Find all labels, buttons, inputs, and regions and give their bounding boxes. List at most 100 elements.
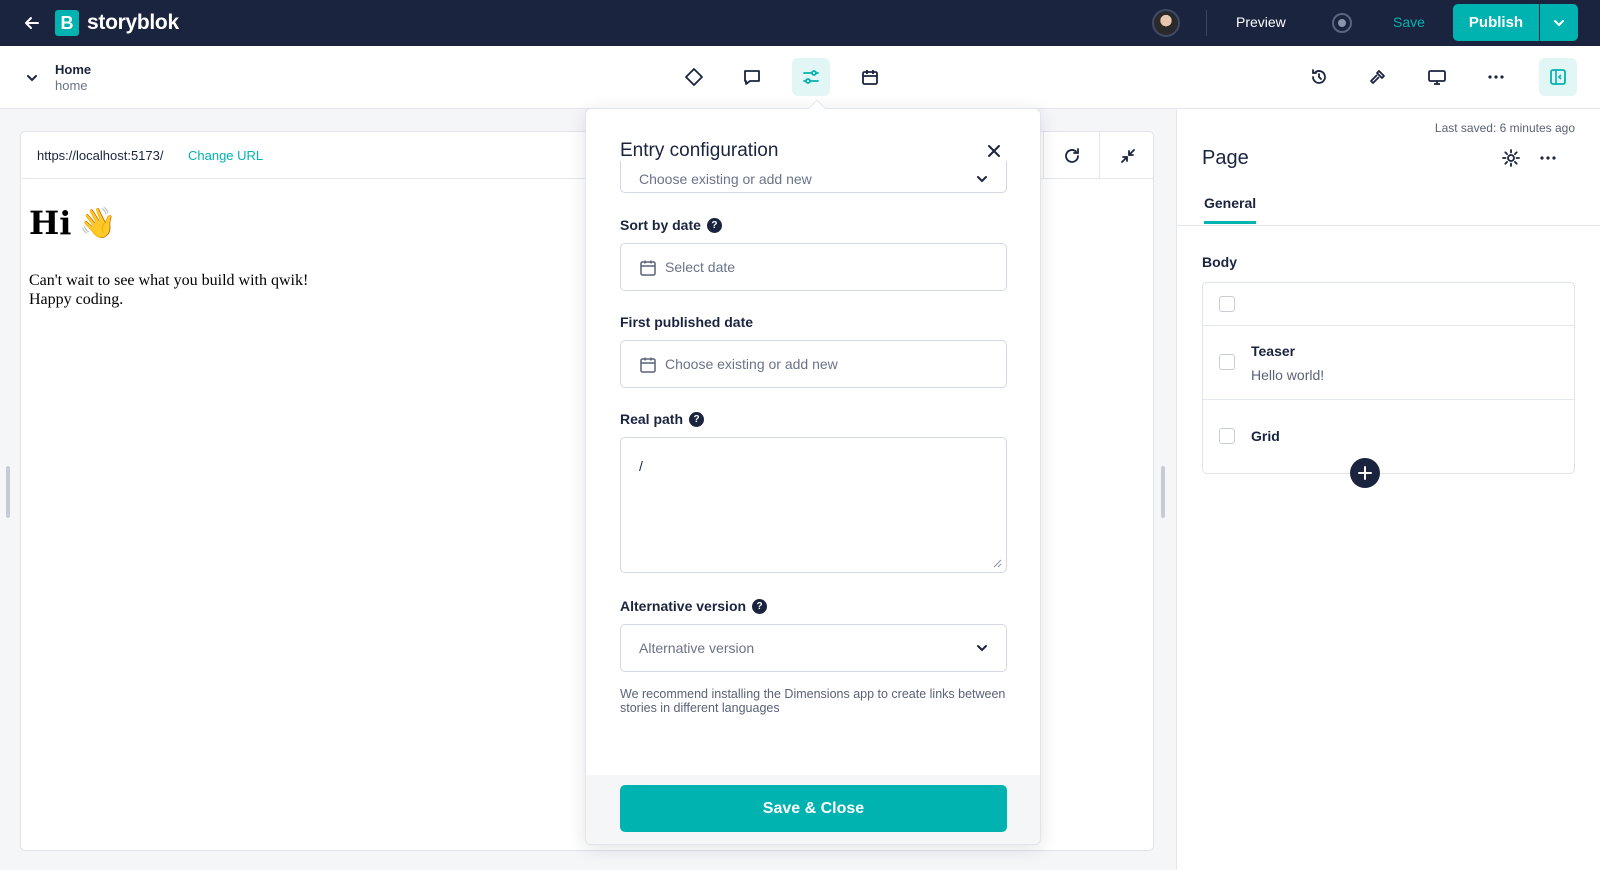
partial-select[interactable]: Choose existing or add new: [620, 161, 1007, 193]
storyblok-logo[interactable]: B storyblok: [55, 10, 179, 36]
preview-button[interactable]: Preview: [1236, 14, 1286, 30]
history-button[interactable]: [1300, 58, 1338, 96]
ellipsis-icon: [1488, 75, 1504, 79]
wave-emoji: 👋: [79, 205, 117, 241]
gear-icon[interactable]: [1500, 147, 1522, 169]
ellipsis-icon[interactable]: [1537, 147, 1559, 169]
select-value: Choose existing or add new: [639, 171, 812, 187]
tabs-divider: [1177, 225, 1600, 226]
label-text: Alternative version: [620, 598, 747, 614]
reload-icon: [1064, 147, 1079, 163]
calendar-icon: [862, 70, 878, 85]
label-text: Sort by date: [620, 217, 701, 233]
list-item[interactable]: Teaser Hello world!: [1203, 326, 1574, 400]
label-text: Real path: [620, 411, 684, 427]
monitor-icon: [1428, 70, 1446, 85]
dialog-title: Entry configuration: [620, 140, 779, 161]
logo-mark: B: [55, 10, 79, 36]
more-options-button[interactable]: [1477, 58, 1515, 96]
close-icon[interactable]: [984, 141, 1004, 161]
real-path-label: Real path ?: [620, 411, 705, 427]
story-title: Home: [55, 62, 92, 77]
list-item[interactable]: Grid: [1203, 400, 1574, 474]
help-icon[interactable]: ?: [752, 598, 768, 614]
user-avatar[interactable]: [1152, 9, 1180, 37]
preview-text-line: Happy coding.: [29, 291, 124, 308]
alt-version-label: Alternative version ?: [620, 598, 768, 614]
schedule-button[interactable]: [851, 58, 889, 96]
device-preview-button[interactable]: [1418, 58, 1456, 96]
input-placeholder: Select date: [665, 259, 736, 275]
block-name: Teaser: [1251, 343, 1296, 359]
block-checkbox[interactable]: [1219, 354, 1235, 370]
help-icon[interactable]: ?: [706, 217, 722, 233]
back-arrow-icon[interactable]: [20, 11, 44, 35]
add-block-button[interactable]: [1350, 458, 1380, 488]
content-sidebar: Last saved: 6 minutes ago Page General B…: [1176, 109, 1600, 870]
brand-name: storyblok: [87, 11, 179, 34]
sort-by-date-label: Sort by date ?: [620, 217, 722, 233]
heading-text: Hi: [29, 204, 72, 242]
diamond-icon: [685, 68, 703, 86]
dialog-footer: Save & Close: [586, 775, 1040, 844]
preview-text-line: Can't wait to see what you build with qw…: [29, 272, 309, 289]
preview-url: https://localhost:5173/: [37, 148, 164, 163]
tools-button[interactable]: [1359, 58, 1397, 96]
publish-button[interactable]: Publish: [1453, 4, 1539, 41]
record-icon[interactable]: [1332, 13, 1352, 33]
top-bar: B storyblok Preview Save Publish: [0, 0, 1600, 46]
sort-by-date-input[interactable]: Select date: [620, 243, 1007, 291]
label-text: First published date: [620, 314, 754, 330]
reload-button[interactable]: [1043, 132, 1099, 179]
chevron-down-icon: [1554, 19, 1564, 26]
publish-dropdown-button[interactable]: [1540, 4, 1578, 41]
history-icon: [1312, 69, 1326, 84]
first-published-label: First published date: [620, 314, 753, 330]
left-resize-handle[interactable]: [6, 466, 10, 518]
comment-icon: [744, 70, 760, 85]
sliders-icon: [803, 70, 819, 84]
collapse-icon: [1120, 148, 1135, 163]
plus-icon: [1358, 466, 1372, 480]
calendar-icon: [640, 260, 656, 276]
entry-config-button[interactable]: [792, 58, 830, 96]
body-blocks-list: Teaser Hello world! Grid: [1202, 282, 1575, 474]
textarea-value: /: [639, 458, 643, 474]
select-placeholder: Alternative version: [639, 640, 755, 656]
story-slug: home: [55, 78, 88, 93]
select-all-checkbox[interactable]: [1219, 296, 1235, 312]
sidebar-panel-icon: [1550, 69, 1566, 85]
block-checkbox[interactable]: [1219, 428, 1235, 444]
right-resize-handle[interactable]: [1161, 466, 1165, 518]
story-toolbar: Home home: [0, 46, 1600, 109]
real-path-textarea[interactable]: /: [620, 437, 1007, 573]
last-saved-status: Last saved: 6 minutes ago: [1434, 121, 1575, 135]
change-url-link[interactable]: Change URL: [188, 148, 263, 163]
list-item[interactable]: [1203, 283, 1574, 326]
entry-configuration-dialog: Entry configuration Choose existing or a…: [585, 108, 1041, 845]
chevron-down-icon: [974, 171, 990, 187]
dialog-body: Choose existing or add new Sort by date …: [586, 161, 1040, 775]
sidebar-title: Page: [1202, 147, 1249, 169]
save-button[interactable]: Save: [1393, 14, 1425, 30]
chevron-down-icon: [974, 640, 990, 656]
chevron-down-icon[interactable]: [22, 68, 42, 88]
block-preview-text: Hello world!: [1251, 367, 1325, 383]
toggle-sidebar-button[interactable]: [1539, 58, 1577, 96]
collapse-button[interactable]: [1099, 132, 1155, 179]
comments-button[interactable]: [733, 58, 771, 96]
input-placeholder: Choose existing or add new: [665, 356, 838, 372]
save-and-close-button[interactable]: Save & Close: [620, 785, 1007, 832]
content-mode-button[interactable]: [675, 58, 713, 96]
first-published-input[interactable]: Choose existing or add new: [620, 340, 1007, 388]
calendar-icon: [640, 357, 656, 373]
body-field-label: Body: [1202, 254, 1237, 270]
block-name: Grid: [1251, 428, 1280, 444]
divider: [1206, 10, 1207, 36]
preview-heading: Hi 👋: [29, 204, 117, 242]
alt-version-select[interactable]: Alternative version: [620, 624, 1007, 672]
dimensions-hint: We recommend installing the Dimensions a…: [620, 687, 1006, 715]
help-icon[interactable]: ?: [689, 411, 705, 427]
resize-grip-icon[interactable]: [993, 559, 1002, 568]
tab-general[interactable]: General: [1204, 195, 1257, 224]
